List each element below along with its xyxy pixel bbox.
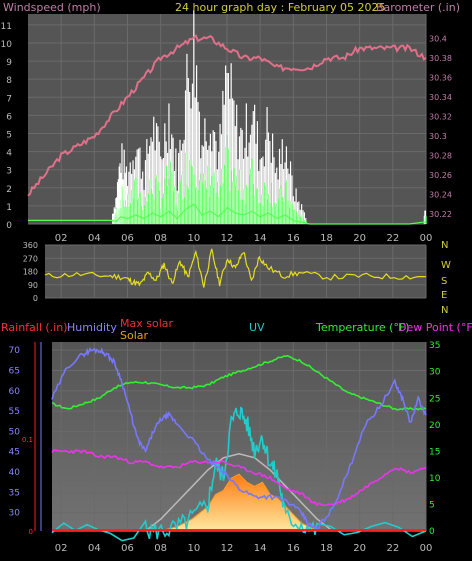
compass-label: N [441, 305, 448, 316]
time-tick-label: 10 [187, 543, 200, 554]
barometer-tick-label: 30.34 [429, 93, 452, 102]
temperature-tick-label: 30 [429, 368, 441, 378]
barometer-tick-label: 30.36 [429, 73, 452, 82]
temperature-tick-label: 20 [429, 421, 441, 431]
windspeed-tick-label: 7 [6, 94, 12, 104]
rainfall-tick-label: 0 [29, 528, 33, 536]
humidity-tick-label: 40 [9, 468, 21, 478]
windspeed-tick-label: 1 [6, 203, 12, 213]
windspeed-title: Windspeed (mph) [3, 1, 101, 14]
graph-day-title: 24 hour graph day : February 05 2025 [175, 1, 386, 14]
barometer-tick-label: 30.28 [429, 152, 452, 161]
barometer-tick-label: 30.38 [429, 54, 452, 63]
time-tick-label: 00 [420, 233, 433, 244]
barometer-tick-label: 30.26 [429, 171, 452, 180]
time-tick-label: 12 [221, 233, 234, 244]
temperature-tick-label: 35 [429, 341, 440, 351]
barometer-tick-label: 30.22 [429, 210, 452, 219]
time-tick-label: 22 [386, 543, 399, 554]
time-tick-label: 12 [221, 543, 234, 554]
compass-label: E [441, 290, 447, 301]
weather-graph: 0 1 2 3 4 5 6 7 8 9 10 11 30.22 30.24 30.26 30.28 30.3 3… [0, 0, 472, 561]
barometer-title: Barometer (.in) [376, 1, 460, 14]
time-tick-label: 08 [154, 543, 167, 554]
direction-tick-label: 180 [23, 268, 38, 277]
time-tick-label: 00 [420, 543, 433, 554]
humidity-tick-label: 60 [9, 387, 21, 397]
weather-chart-svg: 01234567891011 30.2230.2430.2630.2830.33… [0, 0, 472, 561]
windspeed-tick-label: 2 [6, 185, 12, 195]
humidity-axis-labels: 30 35 40 45 50 55 60 65 70 [9, 346, 21, 519]
barometer-tick-label: 30.24 [429, 191, 452, 200]
rainfall-tick-label: 0.1 [22, 436, 33, 444]
time-tick-label: 22 [386, 233, 399, 244]
time-tick-label: 18 [320, 233, 333, 244]
windspeed-tick-label: 4 [6, 149, 12, 159]
time-tick-label: 04 [88, 233, 101, 244]
time-tick-label: 08 [154, 233, 167, 244]
windspeed-tick-label: 0 [6, 221, 12, 231]
compass-label: S [441, 276, 447, 287]
time-tick-label: 04 [88, 543, 101, 554]
time-tick-label: 06 [121, 543, 134, 554]
windspeed-tick-label: 11 [1, 22, 12, 32]
windspeed-tick-label: 3 [6, 167, 12, 177]
windspeed-tick-label: 8 [6, 76, 12, 86]
dew-point-label: Dew Point (°F) [398, 321, 472, 334]
direction-tick-label: 90 [28, 281, 38, 290]
time-tick-label: 02 [55, 543, 68, 554]
temperature-tick-label: 10 [429, 474, 441, 484]
time-tick-label: 20 [353, 543, 366, 554]
compass-label: W [441, 260, 451, 271]
barometer-tick-label: 30.4 [429, 34, 447, 43]
uv-label: UV [249, 321, 265, 334]
time-tick-label: 06 [121, 233, 134, 244]
temperature-tick-label: 25 [429, 394, 440, 404]
humidity-tick-label: 35 [9, 488, 20, 498]
humidity-tick-label: 30 [9, 509, 21, 519]
direction-tick-label: 360 [23, 241, 38, 250]
windspeed-tick-label: 10 [1, 40, 13, 50]
direction-tick-label: 0 [33, 294, 38, 303]
barometer-tick-label: 30.32 [429, 113, 452, 122]
time-tick-label: 16 [287, 233, 300, 244]
humidity-tick-label: 70 [9, 346, 21, 356]
humidity-tick-label: 65 [9, 366, 20, 376]
barometer-tick-label: 30.3 [429, 132, 447, 141]
time-tick-label: 10 [187, 233, 200, 244]
solar-label: Solar [120, 329, 149, 342]
time-tick-label: 14 [254, 233, 267, 244]
temperature-tick-label: 0 [429, 527, 435, 537]
temperature-tick-label: 15 [429, 447, 440, 457]
time-tick-label: 14 [254, 543, 267, 554]
compass-label: N [441, 240, 448, 251]
temperature-label: Temperature (°F) [315, 321, 410, 334]
rainfall-label: Rainfall (.in) [1, 321, 68, 334]
time-tick-label: 02 [55, 233, 68, 244]
humidity-tick-label: 55 [9, 407, 20, 417]
humidity-label: Humidity [67, 321, 117, 334]
direction-tick-label: 270 [23, 254, 38, 263]
time-tick-label: 20 [353, 233, 366, 244]
windspeed-tick-label: 5 [6, 130, 12, 140]
time-tick-label: 16 [287, 543, 300, 554]
windspeed-tick-label: 6 [6, 112, 12, 122]
temperature-tick-label: 5 [429, 500, 435, 510]
humidity-tick-label: 50 [9, 427, 21, 437]
windspeed-tick-label: 9 [6, 58, 12, 68]
humidity-tick-label: 45 [9, 448, 20, 458]
time-tick-label: 18 [320, 543, 333, 554]
